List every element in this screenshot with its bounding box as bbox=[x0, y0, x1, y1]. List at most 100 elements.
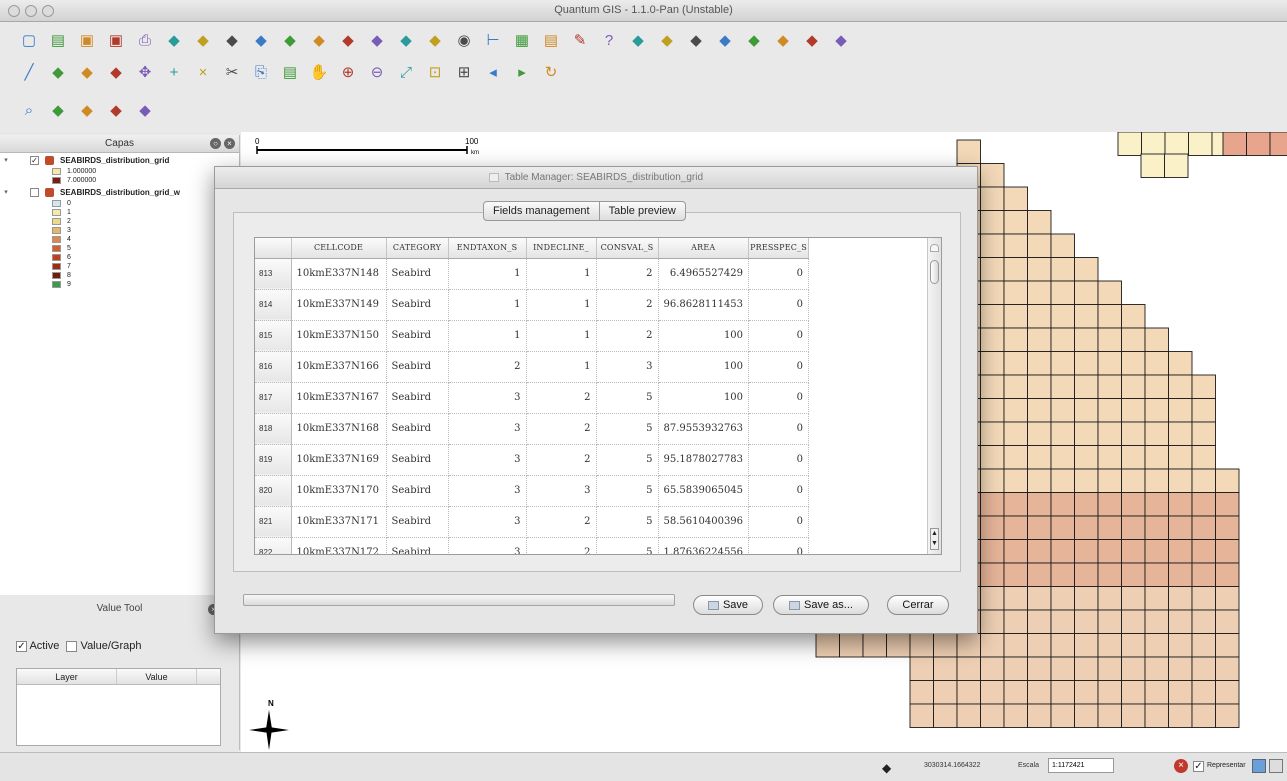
table-row[interactable]: 820 10kmE337N170 Seabird 3 3 5 65.5839065045 0 bbox=[255, 475, 810, 507]
fields-table[interactable]: CELLCODE CATEGORY ENDTAXON_S INDECLINE_ CONS… bbox=[254, 237, 942, 555]
save-as-icon[interactable]: ▣ bbox=[105, 29, 127, 51]
identify-icon[interactable]: ◉ bbox=[453, 29, 475, 51]
table-cell[interactable]: 2 bbox=[526, 506, 597, 538]
table-row[interactable]: 817 10kmE337N167 Seabird 3 2 5 100 0 bbox=[255, 382, 810, 414]
table-cell[interactable]: 100 bbox=[658, 320, 750, 352]
value-tool-table[interactable]: Layer Value bbox=[16, 668, 221, 746]
add-raster-layer-icon[interactable]: ◆ bbox=[192, 29, 214, 51]
table-cell[interactable]: Seabird bbox=[386, 413, 449, 445]
coordinate-toggle-icon[interactable]: ◆ bbox=[882, 761, 891, 775]
annotation-icon[interactable]: ✎ bbox=[569, 29, 591, 51]
tips-icon[interactable]: ? bbox=[598, 29, 620, 51]
search-icon[interactable]: ⌕ bbox=[18, 99, 40, 121]
delete-vertex-icon[interactable]: × bbox=[192, 61, 214, 83]
remove-layer-icon[interactable]: ◆ bbox=[308, 29, 330, 51]
plugin-orange-icon[interactable]: ◆ bbox=[105, 99, 127, 121]
composer-icon[interactable]: ▤ bbox=[540, 29, 562, 51]
row-header[interactable]: 819 bbox=[255, 444, 292, 476]
edit-layer-icon[interactable]: ◆ bbox=[337, 29, 359, 51]
table-cell[interactable]: 10kmE337N150 bbox=[291, 320, 387, 352]
zoom-layer-icon[interactable]: ⊞ bbox=[453, 61, 475, 83]
table-cell[interactable]: 3 bbox=[596, 351, 659, 383]
table-cell[interactable]: 3 bbox=[448, 382, 527, 414]
table-cell[interactable]: 2 bbox=[526, 444, 597, 476]
table-cell[interactable]: 2 bbox=[526, 537, 597, 554]
column-header[interactable]: ENDTAXON_S bbox=[448, 238, 527, 259]
table-cell[interactable]: 0 bbox=[748, 537, 810, 554]
node-tool-icon[interactable]: ◆ bbox=[47, 61, 69, 83]
plugin-b-icon[interactable]: ◆ bbox=[656, 29, 678, 51]
attribute-table-icon[interactable]: ▦ bbox=[511, 29, 533, 51]
digitize-icon[interactable]: ╱ bbox=[18, 61, 40, 83]
table-cell[interactable]: 2 bbox=[596, 289, 659, 321]
add-wms-icon[interactable]: ◆ bbox=[250, 29, 272, 51]
table-row[interactable]: 814 10kmE337N149 Seabird 1 1 2 96.8628111453 0 bbox=[255, 289, 810, 321]
column-header[interactable]: CONSVAL_S bbox=[596, 238, 659, 259]
table-cell[interactable]: 10kmE337N169 bbox=[291, 444, 387, 476]
scroll-thumb[interactable] bbox=[930, 260, 939, 284]
plugin-e-icon[interactable]: ◆ bbox=[743, 29, 765, 51]
close-panel-icon[interactable]: × bbox=[224, 138, 235, 149]
expand-arrow-icon[interactable]: ▾ bbox=[0, 156, 12, 164]
column-header[interactable]: INDECLINE_ bbox=[526, 238, 597, 259]
open-project-icon[interactable]: ▤ bbox=[47, 29, 69, 51]
split-icon[interactable]: ◆ bbox=[76, 61, 98, 83]
copy-icon[interactable]: ⎘ bbox=[250, 61, 272, 83]
row-header[interactable]: 818 bbox=[255, 413, 292, 445]
table-row[interactable]: 822 10kmE337N172 Seabird 3 2 5 1.87636224556 0 bbox=[255, 537, 810, 554]
table-cell[interactable]: 2 bbox=[596, 258, 659, 290]
scroll-up-arrow-icon[interactable] bbox=[930, 244, 939, 252]
refresh-icon[interactable]: ↻ bbox=[540, 61, 562, 83]
layer-visibility-checkbox[interactable] bbox=[30, 187, 39, 197]
plugin-c-icon[interactable]: ◆ bbox=[685, 29, 707, 51]
table-cell[interactable]: 100 bbox=[658, 382, 750, 414]
zoom-in-icon[interactable]: ⊕ bbox=[337, 61, 359, 83]
table-cell[interactable]: 5 bbox=[596, 444, 659, 476]
table-cell[interactable]: 5 bbox=[596, 413, 659, 445]
messages-icon[interactable] bbox=[1269, 759, 1283, 773]
close-button[interactable]: Cerrar bbox=[887, 595, 949, 615]
plugin-python-icon[interactable]: ◆ bbox=[47, 99, 69, 121]
table-cell[interactable]: 0 bbox=[748, 444, 810, 476]
render-checkbox[interactable]: ✓ bbox=[1193, 761, 1204, 772]
row-header[interactable]: 821 bbox=[255, 506, 292, 538]
column-header[interactable]: CELLCODE bbox=[291, 238, 387, 259]
table-cell[interactable]: 10kmE337N168 bbox=[291, 413, 387, 445]
measure-icon[interactable]: ⊢ bbox=[482, 29, 504, 51]
table-cell[interactable]: 0 bbox=[748, 506, 810, 538]
layer-visibility-checkbox[interactable]: ✓ bbox=[30, 155, 39, 165]
table-cell[interactable]: 2 bbox=[596, 320, 659, 352]
table-cell[interactable]: 1 bbox=[526, 289, 597, 321]
tab-fields-management[interactable]: Fields management bbox=[484, 202, 599, 220]
value-graph-checkbox[interactable] bbox=[66, 640, 78, 652]
row-header[interactable]: 817 bbox=[255, 382, 292, 414]
tab-table-preview[interactable]: Table preview bbox=[598, 202, 685, 220]
table-cell[interactable]: 1 bbox=[448, 258, 527, 290]
table-cell[interactable]: 65.5839065045 bbox=[658, 475, 750, 507]
add-vertex-icon[interactable]: + bbox=[163, 61, 185, 83]
zoom-full-icon[interactable]: ⤢ bbox=[395, 61, 417, 83]
save-project-icon[interactable]: ▣ bbox=[76, 29, 98, 51]
row-header[interactable]: 815 bbox=[255, 320, 292, 352]
table-cell[interactable]: 2 bbox=[526, 413, 597, 445]
table-cell[interactable]: 6.4965527429 bbox=[658, 258, 750, 290]
table-cell[interactable]: 0 bbox=[748, 351, 810, 383]
table-cell[interactable]: 1 bbox=[526, 320, 597, 352]
table-cell[interactable]: 100 bbox=[658, 351, 750, 383]
table-cell[interactable]: 0 bbox=[748, 475, 810, 507]
zoom-out-icon[interactable]: ⊖ bbox=[366, 61, 388, 83]
zoom-last-icon[interactable]: ◂ bbox=[482, 61, 504, 83]
zoom-next-icon[interactable]: ▸ bbox=[511, 61, 533, 83]
table-cell[interactable]: 0 bbox=[748, 382, 810, 414]
active-checkbox[interactable]: ✓ bbox=[16, 640, 27, 652]
plugin-grid-icon[interactable]: ◆ bbox=[76, 99, 98, 121]
new-project-icon[interactable]: ▢ bbox=[18, 29, 40, 51]
table-row[interactable]: 816 10kmE337N166 Seabird 2 1 3 100 0 bbox=[255, 351, 810, 383]
column-header[interactable]: PRESSPEC_S bbox=[748, 238, 810, 259]
expand-arrow-icon[interactable]: ▾ bbox=[0, 188, 12, 196]
capture-line-icon[interactable]: ◆ bbox=[395, 29, 417, 51]
row-header[interactable]: 822 bbox=[255, 537, 292, 554]
table-cell[interactable]: 10kmE337N166 bbox=[291, 351, 387, 383]
value-tool-column-value[interactable]: Value bbox=[117, 669, 197, 684]
table-cell[interactable]: 96.8628111453 bbox=[658, 289, 750, 321]
